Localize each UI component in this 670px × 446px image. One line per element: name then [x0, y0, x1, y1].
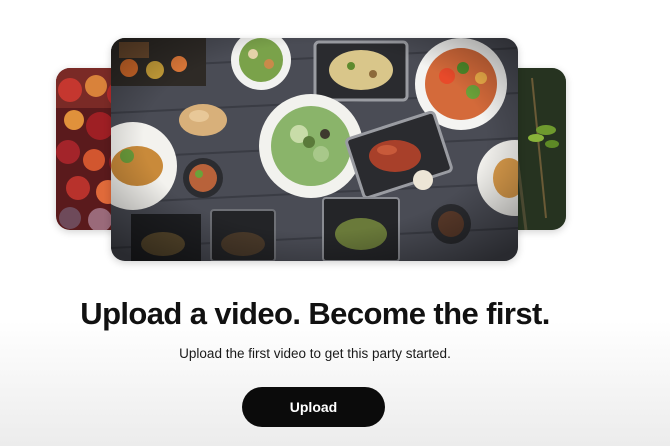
- empty-state-headline: Upload a video. Become the first.: [80, 296, 550, 331]
- thumbnail-carousel: [0, 0, 670, 280]
- upload-button[interactable]: Upload: [242, 387, 385, 427]
- empty-state-subtext: Upload the first video to get this party…: [179, 346, 451, 361]
- main-preview-image: [111, 38, 518, 261]
